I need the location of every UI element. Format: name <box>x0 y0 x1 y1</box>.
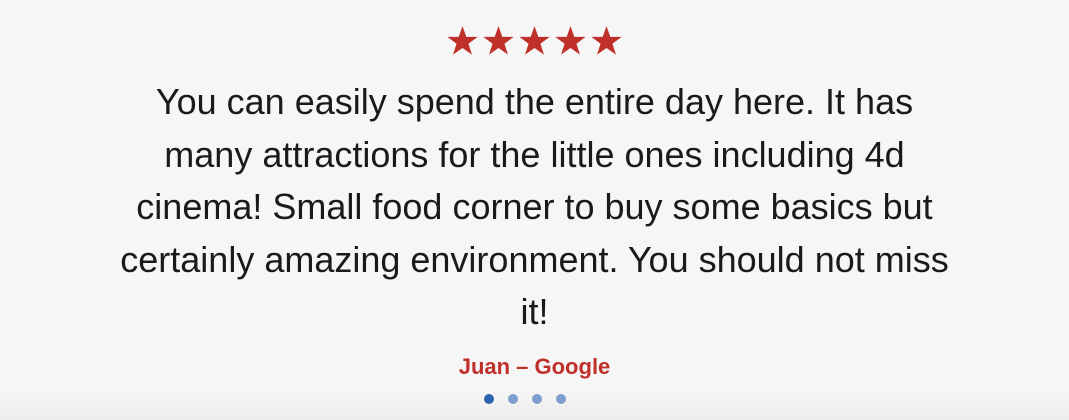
review-text: You can easily spend the entire day here… <box>0 76 1069 339</box>
star-icon <box>481 24 516 58</box>
carousel-dot-3[interactable] <box>532 394 542 404</box>
review-author: Juan – Google <box>458 354 611 379</box>
carousel-dot-1[interactable] <box>484 394 494 404</box>
review-line: certainly amazing environment. You shoul… <box>120 238 949 280</box>
star-rating <box>0 24 1069 63</box>
star-icon <box>589 24 624 58</box>
review-line: it! <box>520 291 549 332</box>
carousel-dot-2[interactable] <box>508 394 518 404</box>
star-icon <box>553 24 588 58</box>
carousel-dot-4[interactable] <box>556 394 566 404</box>
review-line: cinema! Small food corner to buy some ba… <box>136 186 933 227</box>
carousel-pagination <box>484 394 566 404</box>
star-icon <box>445 24 480 58</box>
review-line: many attractions for the little ones inc… <box>164 133 905 175</box>
review-line: You can easily spend the entire day here… <box>155 81 914 122</box>
star-icon <box>517 24 552 58</box>
